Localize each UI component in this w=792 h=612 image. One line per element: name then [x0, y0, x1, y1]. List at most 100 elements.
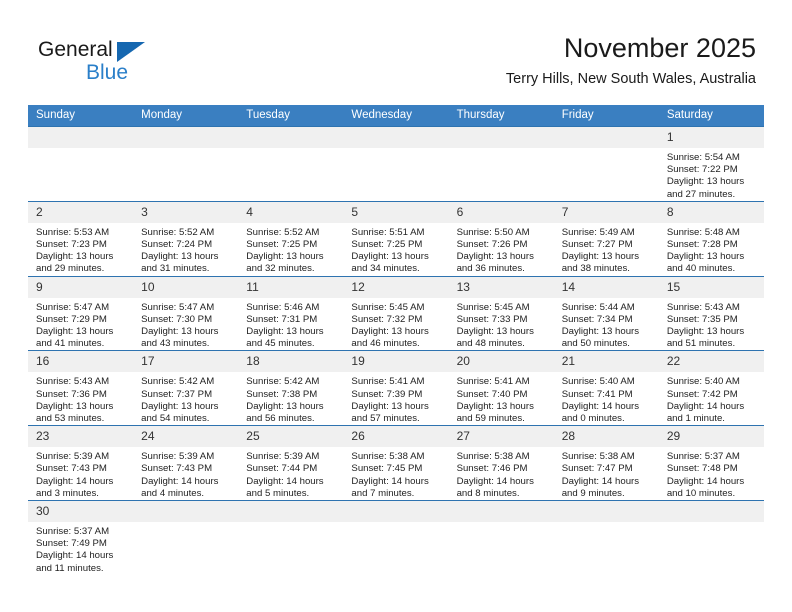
calendar-day-cell[interactable]: 2 Sunrise: 5:53 AM Sunset: 7:23 PM Daylight… [28, 200, 134, 277]
weekday-header-saturday: Saturday [658, 105, 764, 127]
calendar-day-cell[interactable]: 23 Sunrise: 5:39 AM Sunset: 7:43 PM Dayligh… [28, 425, 134, 501]
sunrise-time: Sunrise: 5:49 AM [561, 226, 635, 238]
calendar-day-cell[interactable]: 25 Sunrise: 5:39 AM Sunset: 7:44 PM Dayligh… [238, 425, 344, 501]
calendar-day-cell[interactable]: 26 Sunrise: 5:38 AM Sunset: 7:45 PM Dayligh… [343, 425, 449, 501]
daylight-duration-line1: Daylight: 14 hours [666, 400, 745, 412]
daylight-duration-line1: Daylight: 13 hours [456, 251, 534, 263]
calendar-day-cell[interactable]: 16 Sunrise: 5:43 AM Sunset: 7:36 PM Dayligh… [28, 350, 134, 426]
calendar-day-cell[interactable]: 21 Sunrise: 5:40 AM Sunset: 7:41 PM Dayligh… [553, 350, 659, 426]
day-details: Sunrise: 5:39 AM Sunset: 7:43 PM Daylight:… [133, 447, 238, 500]
day-number [553, 501, 659, 523]
day-details: Sunrise: 5:49 AM Sunset: 7:27 PM Daylight:… [554, 223, 659, 276]
day-details: Sunrise: 5:40 AM Sunset: 7:41 PM Daylight:… [554, 372, 659, 425]
calendar-day-cell[interactable]: 15 Sunrise: 5:43 AM Sunset: 7:35 PM Dayligh… [658, 275, 764, 351]
daylight-duration-line2: and 8 minutes. [456, 487, 520, 499]
sunset-time: Sunset: 7:27 PM [561, 239, 633, 251]
calendar-day-cell[interactable]: 28 Sunrise: 5:38 AM Sunset: 7:47 PM Dayligh… [553, 425, 659, 501]
daylight-duration-line1: Daylight: 13 hours [666, 326, 745, 338]
calendar-day-cell[interactable]: 19 Sunrise: 5:41 AM Sunset: 7:39 PM Dayligh… [343, 350, 449, 426]
calendar-week-row: 9 Sunrise: 5:47 AM Sunset: 7:29 PM Daylight… [28, 275, 764, 351]
day-number: 1 [658, 127, 764, 148]
general-blue-logo[interactable]: General Blue [38, 38, 188, 90]
calendar-day-cell[interactable]: 18 Sunrise: 5:42 AM Sunset: 7:38 PM Dayligh… [238, 350, 344, 426]
sunrise-time: Sunrise: 5:39 AM [246, 451, 320, 463]
weekday-header-friday: Friday [553, 105, 659, 127]
day-number: 20 [448, 351, 554, 373]
calendar-day-cell[interactable]: 1 Sunrise: 5:54 AM Sunset: 7:22 PM Daylight… [658, 126, 764, 202]
day-number [238, 127, 344, 148]
daylight-duration-line1: Daylight: 13 hours [36, 326, 114, 338]
day-number: 29 [658, 426, 764, 448]
calendar-day-cell[interactable]: 22 Sunrise: 5:40 AM Sunset: 7:42 PM Dayligh… [658, 350, 764, 426]
calendar-day-cell[interactable]: 4 Sunrise: 5:52 AM Sunset: 7:25 PM Daylight… [238, 200, 344, 277]
page-header: General Blue November 2025 Terry Hills, … [0, 0, 792, 100]
weekday-header-tuesday: Tuesday [238, 105, 344, 127]
day-number: 15 [658, 276, 764, 298]
sunrise-time: Sunrise: 5:38 AM [561, 451, 635, 463]
daylight-duration-line2: and 40 minutes. [666, 263, 736, 275]
calendar-day-cell[interactable]: 30 Sunrise: 5:37 AM Sunset: 7:49 PM Dayligh… [28, 500, 134, 575]
sunset-time: Sunset: 7:32 PM [351, 313, 423, 325]
sunrise-time: Sunrise: 5:45 AM [351, 301, 425, 313]
calendar-day-cell[interactable]: 5 Sunrise: 5:51 AM Sunset: 7:25 PM Daylight… [343, 200, 449, 277]
daylight-duration-line1: Daylight: 13 hours [246, 326, 324, 338]
calendar-day-cell[interactable]: 12 Sunrise: 5:45 AM Sunset: 7:32 PM Dayligh… [343, 275, 449, 351]
sunrise-time: Sunrise: 5:39 AM [36, 451, 110, 463]
sunset-time: Sunset: 7:23 PM [36, 239, 107, 251]
day-details: Sunrise: 5:48 AM Sunset: 7:28 PM Daylight:… [659, 223, 764, 276]
weekday-header-thursday: Thursday [448, 105, 554, 127]
daylight-duration-line1: Daylight: 14 hours [561, 400, 640, 412]
daylight-duration-line2: and 50 minutes. [561, 338, 630, 350]
day-details: Sunrise: 5:37 AM Sunset: 7:48 PM Daylight:… [659, 447, 764, 500]
daylight-duration-line2: and 3 minutes. [36, 487, 99, 499]
day-number: 17 [133, 351, 239, 373]
calendar-day-cell[interactable]: 17 Sunrise: 5:42 AM Sunset: 7:37 PM Dayligh… [133, 350, 239, 426]
calendar-day-cell-empty [238, 500, 344, 575]
day-number: 14 [553, 276, 659, 298]
sunrise-time: Sunrise: 5:45 AM [456, 301, 530, 313]
day-details: Sunrise: 5:46 AM Sunset: 7:31 PM Daylight:… [238, 298, 343, 351]
calendar-day-cell[interactable]: 9 Sunrise: 5:47 AM Sunset: 7:29 PM Daylight… [28, 275, 134, 351]
day-number: 16 [28, 351, 134, 373]
sunrise-time: Sunrise: 5:42 AM [141, 376, 215, 388]
sunset-time: Sunset: 7:34 PM [561, 313, 633, 325]
calendar-day-cell[interactable]: 20 Sunrise: 5:41 AM Sunset: 7:40 PM Dayligh… [448, 350, 554, 426]
day-number [28, 127, 134, 148]
day-number: 10 [133, 276, 239, 298]
sunset-time: Sunset: 7:43 PM [141, 463, 213, 475]
daylight-duration-line1: Daylight: 14 hours [666, 475, 745, 487]
day-details: Sunrise: 5:42 AM Sunset: 7:37 PM Daylight:… [133, 372, 238, 425]
sunrise-time: Sunrise: 5:42 AM [246, 376, 320, 388]
calendar-day-cell[interactable]: 7 Sunrise: 5:49 AM Sunset: 7:27 PM Daylight… [553, 200, 659, 277]
calendar-day-cell[interactable]: 8 Sunrise: 5:48 AM Sunset: 7:28 PM Daylight… [658, 200, 764, 277]
daylight-duration-line1: Daylight: 14 hours [246, 475, 324, 487]
calendar-day-cell-empty [343, 500, 449, 575]
calendar-day-cell[interactable]: 24 Sunrise: 5:39 AM Sunset: 7:43 PM Dayligh… [133, 425, 239, 501]
day-number [448, 127, 554, 148]
daylight-duration-line1: Daylight: 13 hours [351, 326, 429, 338]
daylight-duration-line2: and 0 minutes. [561, 413, 625, 425]
daylight-duration-line1: Daylight: 14 hours [36, 550, 114, 562]
calendar-day-cell[interactable]: 10 Sunrise: 5:47 AM Sunset: 7:30 PM Dayligh… [133, 275, 239, 351]
calendar-day-cell[interactable]: 14 Sunrise: 5:44 AM Sunset: 7:34 PM Dayligh… [553, 275, 659, 351]
day-details: Sunrise: 5:44 AM Sunset: 7:34 PM Daylight:… [554, 298, 659, 351]
calendar-day-cell[interactable]: 27 Sunrise: 5:38 AM Sunset: 7:46 PM Dayligh… [448, 425, 554, 501]
day-details: Sunrise: 5:37 AM Sunset: 7:49 PM Daylight:… [28, 522, 133, 575]
daylight-duration-line2: and 10 minutes. [666, 487, 736, 499]
day-details: Sunrise: 5:43 AM Sunset: 7:35 PM Daylight:… [659, 298, 764, 351]
daylight-duration-line1: Daylight: 13 hours [246, 400, 324, 412]
sunset-time: Sunset: 7:43 PM [36, 463, 107, 475]
sunset-time: Sunset: 7:31 PM [246, 313, 318, 325]
sunrise-time: Sunrise: 5:47 AM [36, 301, 110, 313]
calendar-day-cell[interactable]: 6 Sunrise: 5:50 AM Sunset: 7:26 PM Daylight… [448, 200, 554, 277]
calendar-week-row: 16 Sunrise: 5:43 AM Sunset: 7:36 PM Dayligh… [28, 350, 764, 426]
calendar-day-cell[interactable]: 29 Sunrise: 5:37 AM Sunset: 7:48 PM Dayligh… [658, 425, 764, 501]
daylight-duration-line2: and 51 minutes. [666, 338, 736, 350]
daylight-duration-line2: and 45 minutes. [246, 338, 315, 350]
calendar-day-cell[interactable]: 3 Sunrise: 5:52 AM Sunset: 7:24 PM Daylight… [133, 200, 239, 277]
daylight-duration-line1: Daylight: 14 hours [141, 475, 219, 487]
day-number [553, 127, 659, 148]
calendar-day-cell[interactable]: 11 Sunrise: 5:46 AM Sunset: 7:31 PM Dayligh… [238, 275, 344, 351]
sunset-time: Sunset: 7:38 PM [246, 388, 318, 400]
calendar-day-cell[interactable]: 13 Sunrise: 5:45 AM Sunset: 7:33 PM Dayligh… [448, 275, 554, 351]
